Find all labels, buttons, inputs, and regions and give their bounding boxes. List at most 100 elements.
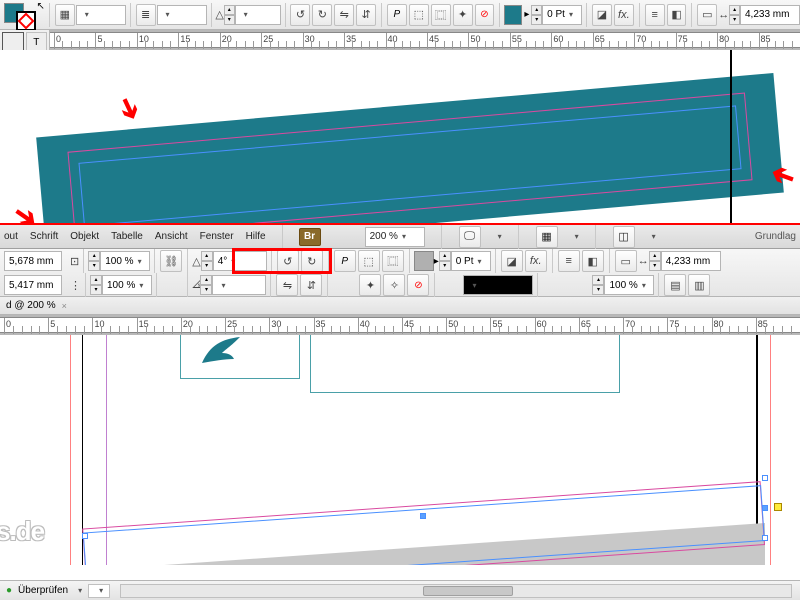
stroke-weight-top[interactable]: 0 Pt xyxy=(542,5,582,25)
opacity-icon-2[interactable]: ◧ xyxy=(582,250,604,272)
fill-swatch-top[interactable] xyxy=(504,5,522,25)
none-2[interactable]: ⊘ xyxy=(407,274,429,296)
handle-mid[interactable] xyxy=(420,513,426,519)
rotation-handle[interactable] xyxy=(774,503,782,511)
width-stepper-2[interactable]: ▴▾ xyxy=(649,251,661,271)
effects-group-icon[interactable]: ✦ xyxy=(453,4,473,26)
char-style-icon[interactable]: ≣ xyxy=(136,4,156,26)
arrange-docs-dropdown[interactable]: ▦ xyxy=(536,226,558,248)
swap-icon[interactable]: ↖ xyxy=(37,1,45,12)
width-field-top[interactable]: 4,233 mm xyxy=(740,5,800,25)
group-a[interactable]: ✦ xyxy=(359,274,381,296)
group-b[interactable]: ✧ xyxy=(383,274,405,296)
shear-stepper[interactable]: ▴▾ xyxy=(200,275,212,295)
menu-tabelle[interactable]: Tabelle xyxy=(111,231,143,242)
fill-stroke-proxy[interactable]: ↖ xyxy=(2,1,45,29)
close-tab-icon[interactable]: × xyxy=(62,301,67,311)
rotation-field-top[interactable] xyxy=(235,5,281,25)
zoom-dropdown[interactable]: 200 % xyxy=(365,227,425,247)
menu-hilfe[interactable]: Hilfe xyxy=(246,231,266,242)
constrain-icon[interactable]: ⛓ xyxy=(160,250,182,272)
scaley-field[interactable]: 100 % xyxy=(102,275,152,295)
extras-a[interactable]: ▤ xyxy=(664,274,686,296)
scalex-field[interactable]: 100 % xyxy=(100,251,150,271)
select-container-button[interactable]: ⿴ xyxy=(431,4,451,26)
extras-b[interactable]: ▥ xyxy=(688,274,710,296)
menu-layout[interactable]: out xyxy=(4,231,18,242)
drop-shadow-button[interactable]: ◪ xyxy=(592,4,612,26)
stroke-weight-2[interactable]: 0 Pt xyxy=(451,251,491,271)
lock-icon[interactable]: ⋮ xyxy=(70,279,81,292)
workspace-label[interactable]: Grundlag xyxy=(755,231,796,242)
bridge-button[interactable]: Br xyxy=(299,228,321,246)
text-frame[interactable] xyxy=(310,335,620,393)
sel-content-2[interactable]: ⬚ xyxy=(358,250,380,272)
menu-schrift[interactable]: Schrift xyxy=(30,231,58,242)
preflight-label[interactable]: Überprüfen xyxy=(18,585,68,596)
menu-fenster[interactable]: Fenster xyxy=(200,231,234,242)
rotate-cw-button[interactable]: ↻ xyxy=(312,4,332,26)
swatch-menu-icon[interactable]: ▸ xyxy=(524,9,529,20)
rotation-stepper-top[interactable]: ▴▾ xyxy=(224,5,235,25)
sel-container-2[interactable]: ⿴ xyxy=(382,250,404,272)
shear-field[interactable] xyxy=(212,275,266,295)
rotation-field[interactable]: 4° xyxy=(213,251,267,271)
document-tab[interactable]: d @ 200 % xyxy=(6,300,56,311)
text-wrap-icon[interactable]: P xyxy=(387,4,407,26)
handle-tr[interactable] xyxy=(762,475,768,481)
rotate-ccw-button[interactable]: ↺ xyxy=(290,4,310,26)
x-field[interactable]: 5,678 mm xyxy=(4,251,62,271)
page-nav-dropdown[interactable] xyxy=(88,584,110,598)
opacity-stepper-2[interactable]: ▴▾ xyxy=(592,275,604,295)
paragraph-style-dropdown[interactable] xyxy=(76,5,126,25)
scrollbar-thumb[interactable] xyxy=(423,586,513,596)
width-field-2[interactable]: 4,233 mm xyxy=(661,251,721,271)
scalex-stepper[interactable]: ▴▾ xyxy=(88,251,100,271)
flip-v-2[interactable]: ⇵ xyxy=(300,274,322,296)
wrap-2[interactable]: ≡ xyxy=(558,250,580,272)
rotation-stepper[interactable]: ▴▾ xyxy=(201,251,213,271)
flip-h-button[interactable]: ⇋ xyxy=(334,4,354,26)
type-tool-icon[interactable]: T xyxy=(26,32,48,52)
scaley-stepper[interactable]: ▴▾ xyxy=(90,275,102,295)
align-panel-icon[interactable]: ▦ xyxy=(55,4,75,26)
ruler-horizontal-bottom[interactable]: 051015202530354045505560657075808590 xyxy=(0,315,800,335)
workspace-dropdown[interactable]: ◫ xyxy=(613,226,635,248)
handle-left[interactable] xyxy=(82,533,88,539)
shadow-2[interactable]: ◪ xyxy=(501,250,523,272)
flip-h-2[interactable]: ⇋ xyxy=(276,274,298,296)
screen-mode-dropdown[interactable]: 🖵 xyxy=(459,226,481,248)
canvas-lower[interactable]: s.de xyxy=(0,335,800,565)
fit-frame-button[interactable]: ▭ xyxy=(697,4,717,26)
handle-br[interactable] xyxy=(762,535,768,541)
fx-button[interactable]: fx. xyxy=(614,4,634,26)
rotate-cw-2[interactable]: ↻ xyxy=(301,250,323,272)
char-style-dropdown[interactable] xyxy=(157,5,207,25)
horizontal-scrollbar[interactable] xyxy=(120,584,792,598)
ref-point-icon[interactable]: ⊡ xyxy=(70,255,79,268)
text-wrap-2[interactable]: P xyxy=(334,250,356,272)
opacity-field-2[interactable]: 100 % xyxy=(604,275,654,295)
fx-2[interactable]: fx. xyxy=(525,250,547,272)
ruler-horizontal-top[interactable]: 051015202530354045505560657075808590 xyxy=(50,30,800,50)
fill-indicator[interactable] xyxy=(2,32,24,52)
stroke-stepper-top[interactable]: ▴▾ xyxy=(531,5,542,25)
preflight-menu[interactable] xyxy=(74,585,82,596)
wrap-panel-button[interactable]: ≡ xyxy=(645,4,665,26)
opacity-icon[interactable]: ◧ xyxy=(667,4,687,26)
none-icon[interactable]: ⊘ xyxy=(475,4,495,26)
canvas-upper[interactable]: ➔ ➔ ➔ xyxy=(0,50,800,225)
select-content-button[interactable]: ⬚ xyxy=(409,4,429,26)
menu-objekt[interactable]: Objekt xyxy=(70,231,99,242)
y-field[interactable]: 5,417 mm xyxy=(4,275,62,295)
document-tab-bar: d @ 200 % × xyxy=(0,297,800,315)
stroke-style-dropdown[interactable] xyxy=(463,275,533,295)
stroke-stepper-2[interactable]: ▴▾ xyxy=(439,251,451,271)
width-stepper-top[interactable]: ▴▾ xyxy=(729,5,740,25)
fill-swatch-2[interactable] xyxy=(414,251,434,271)
fit-frame-2[interactable]: ▭ xyxy=(615,250,637,272)
menu-ansicht[interactable]: Ansicht xyxy=(155,231,188,242)
rotate-ccw-2[interactable]: ↺ xyxy=(277,250,299,272)
handle-mr[interactable] xyxy=(762,505,768,511)
flip-v-button[interactable]: ⇵ xyxy=(356,4,376,26)
